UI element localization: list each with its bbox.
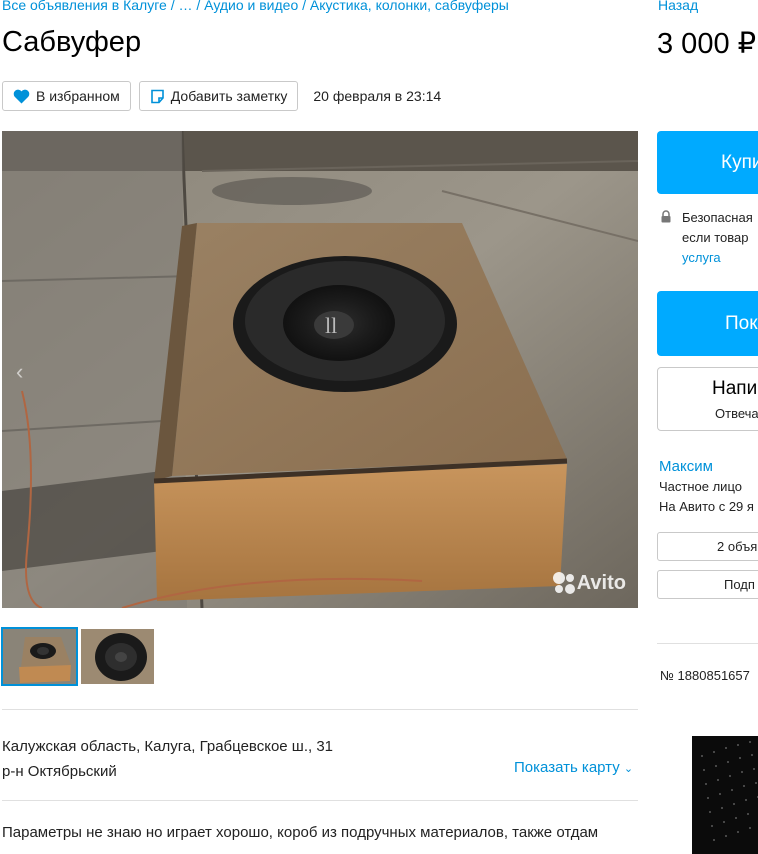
lock-icon — [661, 210, 671, 223]
thumbnail-image — [81, 629, 154, 684]
subscribe-label: Подп — [724, 577, 755, 592]
avito-logo-icon — [552, 572, 575, 594]
seller-name-link[interactable]: Максим — [659, 458, 713, 475]
back-link[interactable]: Назад — [658, 0, 698, 13]
breadcrumb[interactable]: Все объявления в Калуге / … / Аудио и ви… — [2, 0, 509, 13]
ad-banner[interactable] — [692, 736, 758, 854]
secure-line-1: Безопасная — [682, 210, 753, 225]
show-map-link[interactable]: Показать карту ⌄ — [514, 759, 633, 776]
seller-listings-label: 2 объя — [717, 539, 758, 554]
divider — [657, 643, 758, 644]
buy-button[interactable]: Купи — [657, 131, 758, 194]
write-label: Напи — [712, 378, 758, 399]
banner-image — [692, 736, 758, 854]
publish-date: 20 февраля в 23:14 — [313, 88, 442, 104]
add-note-label: Добавить заметку — [170, 88, 288, 104]
divider — [2, 709, 638, 710]
avito-watermark: Avito — [551, 570, 626, 596]
listing-page: Все объявления в Калуге / … / Аудио и ви… — [0, 0, 758, 854]
thumbnail-1[interactable] — [1, 627, 78, 686]
thumbnail-image — [3, 629, 76, 684]
secure-service-link[interactable]: услуга — [682, 248, 753, 268]
district-text: р-н Октябрьский — [2, 763, 117, 780]
secure-deal-info: Безопасная если товар услуга — [682, 208, 753, 268]
description-text: Параметры не знаю но играет хорошо, коро… — [2, 824, 599, 841]
favorite-button[interactable]: В избранном — [2, 81, 131, 111]
watermark-text: Avito — [576, 571, 626, 594]
write-sublabel: Отвеча — [715, 406, 758, 421]
note-icon — [150, 89, 164, 103]
address-text: Калужская область, Калуга, Грабцевское ш… — [2, 738, 334, 755]
action-row: В избранном Добавить заметку 20 февраля … — [2, 81, 441, 111]
secure-line-2: если товар — [682, 230, 749, 245]
price: 3 000 ₽ — [657, 28, 757, 60]
thumbnail-2[interactable] — [81, 629, 154, 684]
divider — [2, 800, 638, 801]
write-message-button[interactable]: Напи Отвеча — [657, 367, 758, 431]
subwoofer-photo: ll — [2, 131, 638, 608]
seller-since: На Авито с 29 я — [659, 499, 754, 514]
show-phone-button[interactable]: Пок — [657, 291, 758, 356]
gallery-prev-icon[interactable]: ‹ — [16, 359, 23, 385]
ad-number: № 1880851657 — [660, 668, 750, 683]
add-note-button[interactable]: Добавить заметку — [138, 81, 299, 111]
page-title: Сабвуфер — [2, 26, 142, 58]
location: Калужская область, Калуга, Грабцевское ш… — [2, 734, 333, 784]
seller-type: Частное лицо — [659, 479, 742, 494]
subscribe-button[interactable]: Подп — [657, 570, 758, 599]
show-map-label: Показать карту — [514, 759, 620, 776]
main-photo[interactable]: ll ‹ Avito — [2, 131, 638, 608]
show-phone-label: Пок — [725, 312, 758, 334]
seller-listings-button[interactable]: 2 объя — [657, 532, 758, 561]
heart-icon — [13, 89, 30, 103]
buy-label: Купи — [721, 151, 758, 173]
svg-text:ll: ll — [325, 313, 337, 338]
favorite-label: В избранном — [36, 88, 120, 104]
chevron-down-icon: ⌄ — [623, 763, 634, 775]
